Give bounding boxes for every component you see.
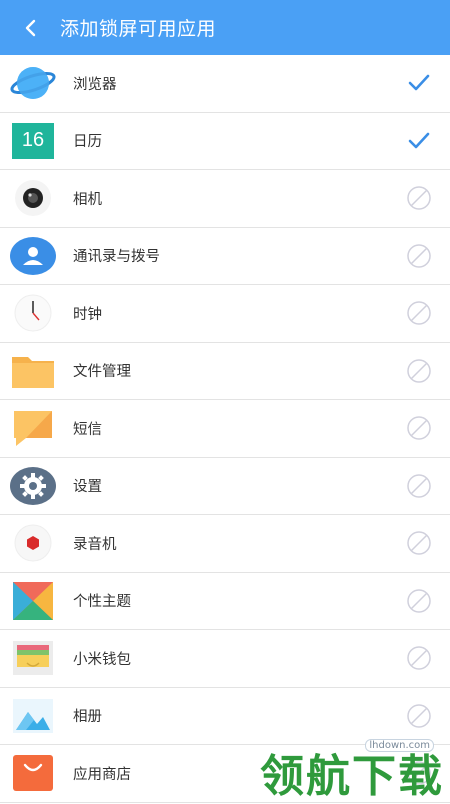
browser-icon: [10, 63, 56, 103]
app-label: 相册: [73, 709, 102, 726]
themes-icon: [10, 581, 56, 621]
disabled-icon[interactable]: [406, 760, 432, 786]
app-list: 浏览器 16 日历 相机 通讯录与拨号 时钟 文件管理 短信 设置 录音机 个性…: [0, 55, 450, 803]
disabled-icon[interactable]: [406, 588, 432, 614]
disabled-icon[interactable]: [406, 703, 432, 729]
disabled-icon[interactable]: [406, 358, 432, 384]
app-label: 短信: [73, 421, 102, 438]
top-bar: 添加锁屏可用应用: [0, 0, 450, 55]
disabled-icon[interactable]: [406, 530, 432, 556]
app-label: 通讯录与拨号: [73, 249, 160, 266]
disabled-icon[interactable]: [406, 243, 432, 269]
app-store-icon: [10, 753, 56, 793]
message-icon: [10, 408, 56, 448]
clock-icon: [10, 293, 56, 333]
list-item-calendar[interactable]: 16 日历: [0, 113, 450, 170]
back-button[interactable]: [0, 0, 60, 55]
list-item-browser[interactable]: 浏览器: [0, 55, 450, 113]
app-label: 浏览器: [73, 76, 117, 93]
app-label: 日历: [73, 134, 102, 151]
settings-icon: [10, 466, 56, 506]
disabled-icon[interactable]: [406, 415, 432, 441]
check-icon[interactable]: [406, 70, 432, 96]
disabled-icon[interactable]: [406, 645, 432, 671]
app-label: 文件管理: [73, 364, 131, 381]
app-label: 个性主题: [73, 594, 131, 611]
app-label: 应用商店: [73, 766, 131, 783]
page-title: 添加锁屏可用应用: [60, 18, 217, 40]
check-icon[interactable]: [406, 128, 432, 154]
list-item-app-store[interactable]: 应用商店: [0, 745, 450, 803]
list-item-gallery[interactable]: 相册: [0, 688, 450, 745]
list-item-settings[interactable]: 设置: [0, 458, 450, 515]
camera-icon: [10, 178, 56, 218]
app-label: 时钟: [73, 306, 102, 323]
disabled-icon[interactable]: [406, 300, 432, 326]
recorder-icon: [10, 523, 56, 563]
list-item-wallet[interactable]: 小米钱包: [0, 630, 450, 688]
list-item-recorder[interactable]: 录音机: [0, 515, 450, 573]
disabled-icon[interactable]: [406, 185, 432, 211]
disabled-icon[interactable]: [406, 473, 432, 499]
gallery-icon: [10, 696, 56, 736]
folder-icon: [10, 351, 56, 391]
list-item-contacts[interactable]: 通讯录与拨号: [0, 228, 450, 285]
list-item-themes[interactable]: 个性主题: [0, 573, 450, 630]
list-item-files[interactable]: 文件管理: [0, 343, 450, 400]
contacts-icon: [10, 236, 56, 276]
list-item-messages[interactable]: 短信: [0, 400, 450, 458]
app-label: 小米钱包: [73, 651, 131, 668]
app-label: 录音机: [73, 536, 117, 553]
chevron-left-icon: [25, 19, 36, 36]
app-label: 设置: [73, 479, 102, 496]
calendar-icon: 16: [10, 121, 56, 161]
list-item-camera[interactable]: 相机: [0, 170, 450, 228]
wallet-icon: [10, 638, 56, 678]
calendar-day: 16: [12, 122, 54, 159]
list-item-clock[interactable]: 时钟: [0, 285, 450, 343]
app-label: 相机: [73, 191, 102, 208]
